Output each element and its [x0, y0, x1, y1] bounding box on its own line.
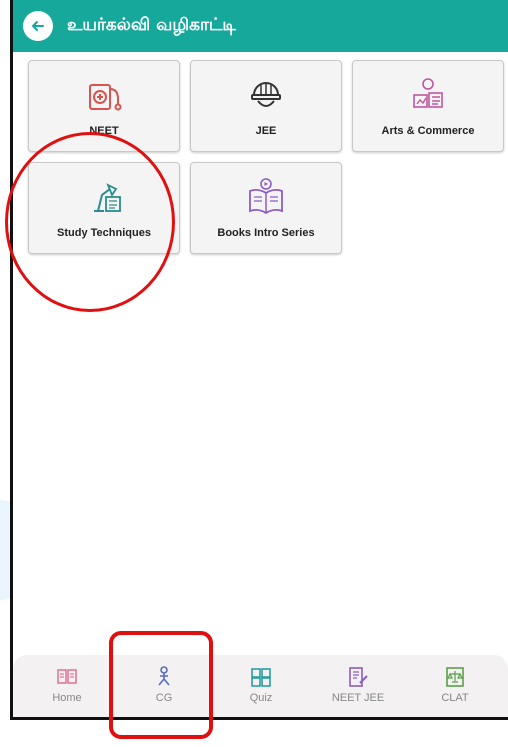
card-label: Books Intro Series — [217, 227, 315, 239]
nav-quiz[interactable]: Quiz — [221, 665, 301, 704]
app-bar: உயர்கல்வி வழிகாட்டி — [13, 0, 508, 52]
nav-clat[interactable]: CLAT — [415, 665, 495, 704]
nav-label: Quiz — [249, 692, 273, 704]
nav-home[interactable]: Home — [27, 665, 107, 704]
highlight-circle-annotation — [5, 132, 175, 312]
open-book-play-icon — [249, 178, 283, 215]
law-scale-icon — [446, 667, 464, 687]
arrow-left-icon — [31, 21, 44, 31]
card-arts-commerce[interactable]: Arts & Commerce — [352, 60, 504, 152]
back-button[interactable] — [23, 11, 53, 41]
card-jee[interactable]: JEE — [190, 60, 342, 152]
engineer-helmet-icon — [251, 82, 281, 107]
nav-neet-jee[interactable]: NEET JEE — [318, 665, 398, 704]
notebook-pen-icon — [349, 667, 368, 687]
puzzle-icon — [251, 668, 271, 687]
bottom-navigation: Home CG Quiz NEET JEE CLAT — [13, 655, 508, 717]
medical-stethoscope-icon — [89, 84, 122, 111]
page-title: உயர்கல்வி வழிகாட்டி — [67, 15, 236, 35]
highlight-rect-annotation — [109, 631, 213, 739]
nav-label: CLAT — [441, 692, 469, 704]
home-book-icon — [57, 669, 77, 684]
card-label: JEE — [255, 125, 277, 137]
card-books-intro-series[interactable]: Books Intro Series — [190, 162, 342, 254]
card-label: Arts & Commerce — [381, 125, 475, 137]
arts-commerce-icon — [413, 78, 443, 108]
phone-screen: உயர்கல்வி வழிகாட்டி NEET JEE Arts & Comm… — [10, 0, 508, 720]
nav-label: NEET JEE — [331, 692, 385, 704]
nav-label: Home — [52, 692, 82, 704]
